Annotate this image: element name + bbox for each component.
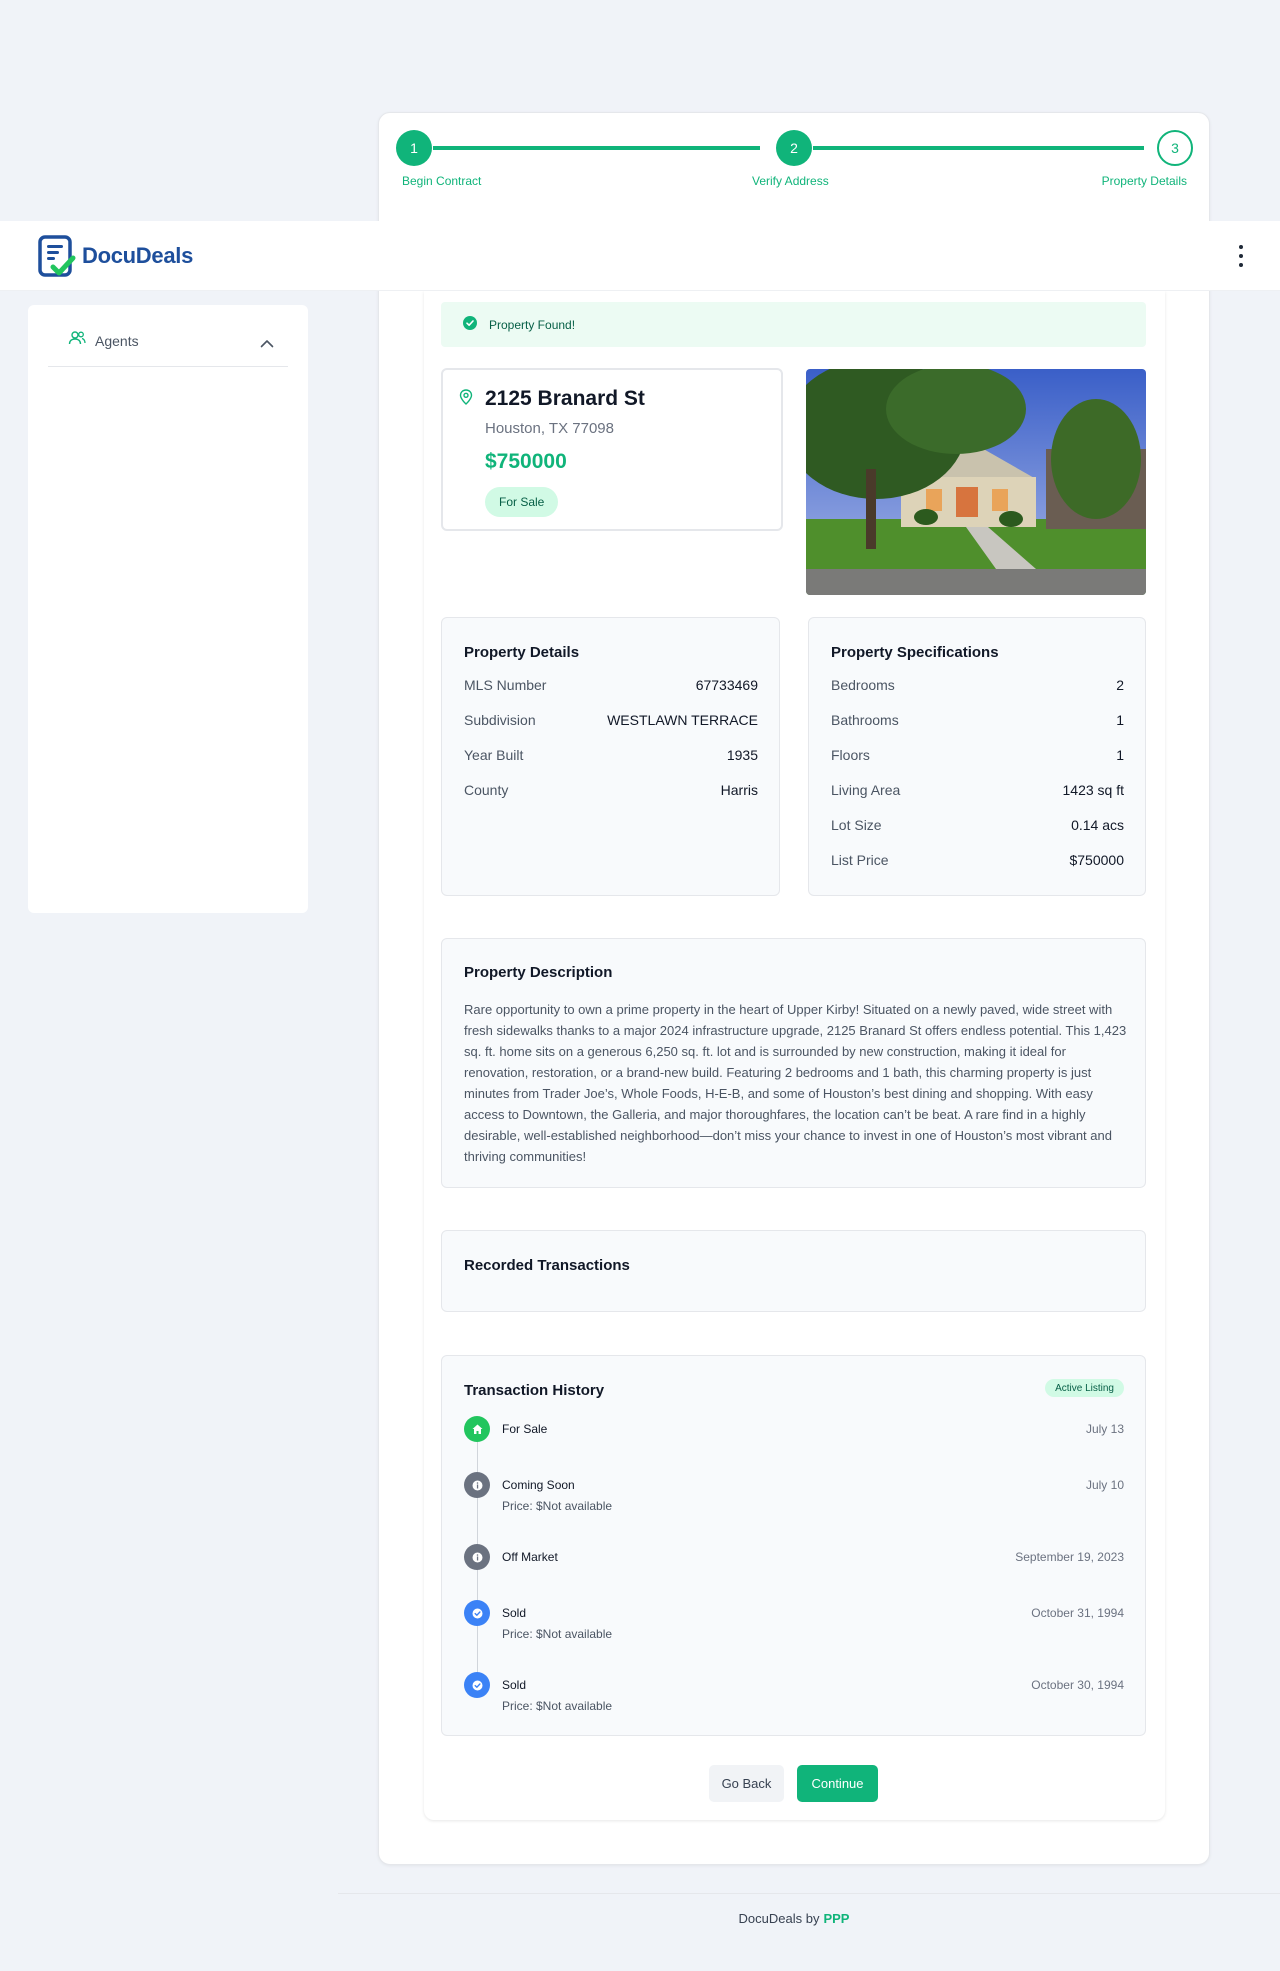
footer-brand[interactable]: PPP [823,1911,849,1926]
step-3-label: Property Details [1101,174,1187,188]
docudeals-logo-icon[interactable] [38,234,76,278]
panel-title: Property Description [464,964,613,981]
spec-row: Bedrooms 2 [831,675,1124,695]
active-listing-badge: Active Listing [1045,1379,1124,1397]
spec-row: Lot Size 0.14 acs [831,815,1124,835]
spec-label: Bathrooms [831,712,899,728]
property-details-panel: Property Details MLS Number 67733469 Sub… [441,617,780,896]
spec-row: Living Area 1423 sq ft [831,780,1124,800]
property-price: $750000 [485,450,567,473]
map-pin-icon [459,389,473,410]
check-icon [464,1672,490,1698]
users-icon [68,330,86,351]
property-description-panel: Property Description Rare opportunity to… [441,938,1146,1188]
event-title: Sold [502,1606,527,1620]
info-icon [464,1544,490,1570]
check-icon [464,1600,490,1626]
info-icon [464,1472,490,1498]
stepper: 1 2 3 Begin Contract Verify Address Prop… [379,113,1211,223]
more-menu-icon[interactable] [1238,245,1244,267]
event-price: Price: $Not available [502,1699,613,1713]
detail-label: Subdivision [464,712,536,728]
detail-row: MLS Number 67733469 [464,675,758,695]
step-connector [813,146,1144,150]
spec-value: 0.14 acs [1071,817,1124,833]
step-1-label: Begin Contract [402,174,482,188]
top-navbar: DocuDeals [0,221,1280,291]
check-circle-icon [463,316,477,333]
footer: DocuDeals by PPP [154,1911,1280,1926]
spec-value: 2 [1116,677,1124,693]
spec-row: List Price $750000 [831,850,1124,870]
property-street: 2125 Branard St [485,387,645,410]
event-title: Off Market [502,1550,558,1564]
detail-label: MLS Number [464,677,547,693]
event-title: For Sale [502,1422,548,1436]
panel-title: Property Specifications [831,644,999,661]
address-card: 2125 Branard St Houston, TX 77098 $75000… [441,368,783,531]
spec-label: Living Area [831,782,901,798]
continue-button[interactable]: Continue [797,1765,878,1802]
property-city: Houston, TX 77098 [485,420,614,437]
sidebar: Agents [28,305,308,913]
event-date: July 13 [1085,1422,1124,1436]
step-2-circle[interactable]: 2 [776,130,812,166]
panel-title: Transaction History [464,1382,605,1399]
detail-label: County [464,782,509,798]
event-date: October 30, 1994 [1031,1678,1124,1692]
spec-label: List Price [831,852,889,868]
panel-title: Property Details [464,644,580,661]
event-date: July 10 [1085,1478,1124,1492]
spec-label: Bedrooms [831,677,895,693]
spec-value: 1423 sq ft [1062,782,1125,798]
app-name[interactable]: DocuDeals [82,243,193,269]
detail-row: Subdivision WESTLAWN TERRACE [464,710,758,730]
spec-value: 1 [1116,712,1124,728]
spec-value: 1 [1116,747,1124,763]
event-price: Price: $Not available [502,1627,613,1641]
step-1-circle[interactable]: 1 [396,130,432,166]
detail-value: 67733469 [695,677,758,693]
step-2-label: Verify Address [752,174,829,188]
listing-status-badge: For Sale [485,487,559,517]
event-title: Coming Soon [502,1478,575,1492]
detail-value: WESTLAWN TERRACE [607,712,758,728]
detail-value: Harris [720,782,758,798]
property-found-banner: Property Found! [441,302,1146,347]
footer-text: DocuDeals by [738,1911,820,1926]
spec-row: Bathrooms 1 [831,710,1124,730]
sidebar-item-agents[interactable]: Agents [48,315,288,367]
property-photo [806,369,1146,595]
event-date: September 19, 2023 [1015,1550,1124,1564]
detail-value: 1935 [726,747,758,763]
spec-value: $750000 [1069,852,1124,868]
detail-row: Year Built 1935 [464,745,758,765]
detail-row: County Harris [464,780,758,800]
event-price: Price: $Not available [502,1499,613,1513]
spec-label: Lot Size [831,817,882,833]
property-specs-panel: Property Specifications Bedrooms 2 Bathr… [808,617,1146,896]
chevron-up-icon[interactable] [260,335,274,353]
spec-label: Floors [831,747,870,763]
banner-text: Property Found! [489,317,576,332]
sidebar-item-label: Agents [95,332,139,349]
spec-row: Floors 1 [831,745,1124,765]
step-3-circle[interactable]: 3 [1157,130,1193,166]
description-text: Rare opportunity to own a prime property… [464,1002,1127,1164]
recorded-transactions-panel: Recorded Transactions [441,1230,1146,1312]
detail-label: Year Built [464,747,524,763]
panel-title: Recorded Transactions [464,1257,630,1274]
event-title: Sold [502,1678,527,1692]
event-date: October 31, 1994 [1031,1606,1124,1620]
step-connector [433,146,760,150]
transaction-history-panel: Transaction History Active Listing For S… [441,1355,1146,1736]
footer-divider [338,1893,1280,1894]
home-icon [464,1416,490,1442]
go-back-button[interactable]: Go Back [709,1765,784,1802]
